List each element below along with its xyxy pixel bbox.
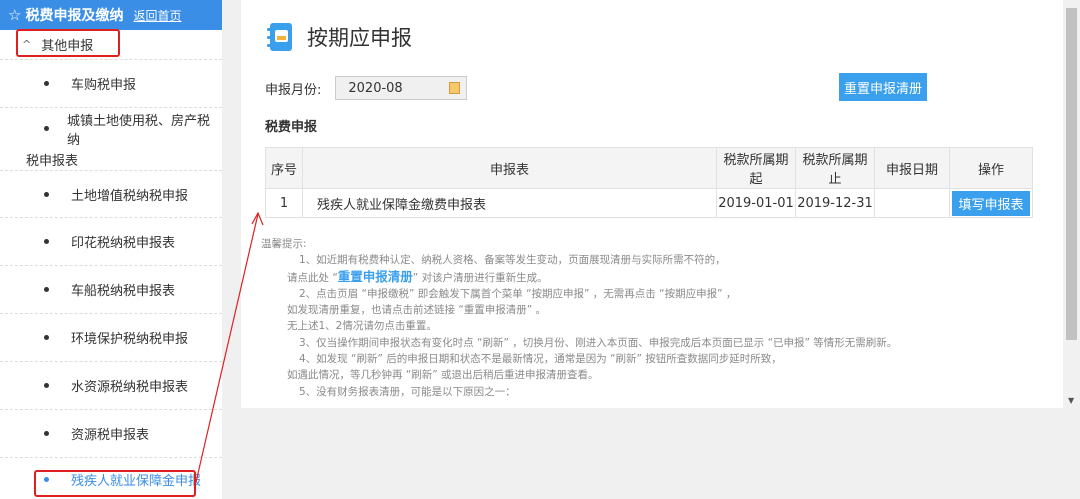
column-header-period-start: 税款所属期起 [716,147,796,189]
tip-3: 3、仅当操作期间申报状态有变化时点 “刷新” ，切换月份、刚进入本页面、申报完成… [299,336,898,349]
tip-1a: 1、如近期有税费种认定、纳税人资格、备案等发生变动，页面展现清册与实际所需不符的… [299,254,726,267]
sidebar-item-environment-tax[interactable]: 环境保护税纳税申报 [0,314,222,362]
reset-declaration-list-button[interactable]: 重置申报清册 [839,73,927,101]
cell-declare-date [874,188,950,218]
tips-panel: 温馨提示: 1、如近期有税费种认定、纳税人资格、备案等发生变动，页面展现清册与实… [261,236,897,400]
tip-1b: 请点此处 “重置申报清册” 对该户清册进行重新生成。 [261,269,897,286]
calendar-icon[interactable] [449,82,461,94]
bullet-icon [44,81,49,86]
page-title: 按期应申报 [307,26,412,50]
column-header-declare-date: 申报日期 [874,147,950,189]
sidebar-item-label: 车购税申报 [71,78,137,93]
scrollbar[interactable]: ▼ [1063,0,1080,408]
sidebar-item-land-value-tax[interactable]: 土地增值税纳税申报 [0,171,222,218]
sidebar-item-label: 资源税申报表 [71,428,150,443]
back-home-link[interactable]: 返回首页 [133,7,181,24]
column-header-period-end: 税款所属期止 [795,147,875,189]
month-selector-row: 申报月份: 2020-08 [265,76,468,100]
reset-declaration-list-link[interactable]: 重置申报清册 [338,269,413,284]
page-heading: 按期应申报 [267,22,412,52]
tip-2a: 2、点击页眉 “申报缴税” 即会触发下属首个菜单 “按期应申报” ，无需再点击 … [299,287,737,300]
bullet-icon [44,383,49,388]
tip-4a: 4、如发现 “刷新” 后的申报日期和状态不是最新情况，通常是因为 “刷新” 按钮… [299,353,782,366]
scroll-down-icon[interactable]: ▼ [1068,396,1074,405]
sidebar-item-label: 水资源税纳税申报表 [71,380,189,395]
column-header-form: 申报表 [302,147,717,189]
sidebar-header: ☆ 税费申报及缴纳 返回首页 [0,0,222,30]
bullet-icon [44,239,49,244]
month-label: 申报月份: [265,82,322,98]
sidebar-item-label: 土地增值税纳税申报 [71,188,189,204]
scrollbar-thumb[interactable] [1066,8,1077,340]
cell-index: 1 [265,188,303,218]
sidebar-item-vehicle-vessel-tax[interactable]: 车船税纳税申报表 [0,266,222,314]
highlight-box-active-item [34,470,196,497]
tip-2c: 无上述1、2情况请勿点击重置。 [287,320,437,333]
bullet-icon [44,126,49,131]
sidebar-title: 税费申报及缴纳 [25,8,124,24]
tip-1b-pre: 请点此处 “ [287,271,338,284]
tip-5: 5、没有财务报表清册，可能是以下原因之一： [299,385,516,398]
bullet-icon [44,287,49,292]
declaration-table: 序号 申报表 税款所属期起 税款所属期止 申报日期 操作 1 残疾人就业保障金缴… [265,147,1033,218]
sidebar-item-label-line1: 城镇土地使用税、房产税纳 [67,113,211,148]
tip-4b: 如遇此情况，等几秒钟再 “刷新” 或退出后稍后重进申报清册查看。 [287,369,599,382]
table-header-row: 序号 申报表 税款所属期起 税款所属期止 申报日期 操作 [265,147,1033,189]
sidebar-item-vehicle-purchase-tax[interactable]: 车购税申报 [0,60,222,108]
cell-action: 填写申报表 [949,188,1033,218]
main-panel: 按期应申报 申报月份: 2020-08 重置申报清册 税费申报 序号 申报表 税… [241,0,1063,408]
highlight-box-group [16,29,120,57]
cell-form-name: 残疾人就业保障金缴费申报表 [302,188,717,218]
bullet-icon [44,335,49,340]
sidebar: ☆ 税费申报及缴纳 返回首页 ^ 其他申报 车购税申报 城镇土地使用税、房产税纳… [0,0,222,499]
sidebar-item-label-line2: 税申报表 [26,153,79,169]
tips-heading: 温馨提示: [261,238,307,250]
sidebar-item-land-property-tax[interactable]: 城镇土地使用税、房产税纳 税申报表 [0,108,222,171]
bullet-icon [44,431,49,436]
fill-declaration-button[interactable]: 填写申报表 [952,190,1030,216]
column-header-index: 序号 [265,147,303,189]
sidebar-item-label: 环境保护税纳税申报 [71,332,189,347]
tip-1b-post: ” 对该户清册进行重新生成。 [412,271,548,284]
month-input[interactable]: 2020-08 [335,76,468,100]
sidebar-item-water-resource-tax[interactable]: 水资源税纳税申报表 [0,362,222,410]
cell-period-end: 2019-12-31 [795,188,875,218]
tip-2b: 如发现清册重复，也请点击前述链接 “重置申报清册” 。 [287,304,547,317]
section-title: 税费申报 [265,120,318,135]
cell-period-start: 2019-01-01 [716,188,796,218]
declaration-book-icon [267,22,293,52]
column-header-action: 操作 [949,147,1033,189]
sidebar-item-label: 车船税纳税申报表 [71,284,176,299]
sidebar-item-resource-tax[interactable]: 资源税申报表 [0,410,222,458]
table-row: 1 残疾人就业保障金缴费申报表 2019-01-01 2019-12-31 填写… [265,188,1033,218]
star-icon: ☆ [8,6,22,24]
sidebar-item-label: 印花税纳税申报表 [71,236,176,251]
bullet-icon [44,191,49,197]
sidebar-item-stamp-tax[interactable]: 印花税纳税申报表 [0,218,222,266]
month-value: 2020-08 [348,80,403,96]
